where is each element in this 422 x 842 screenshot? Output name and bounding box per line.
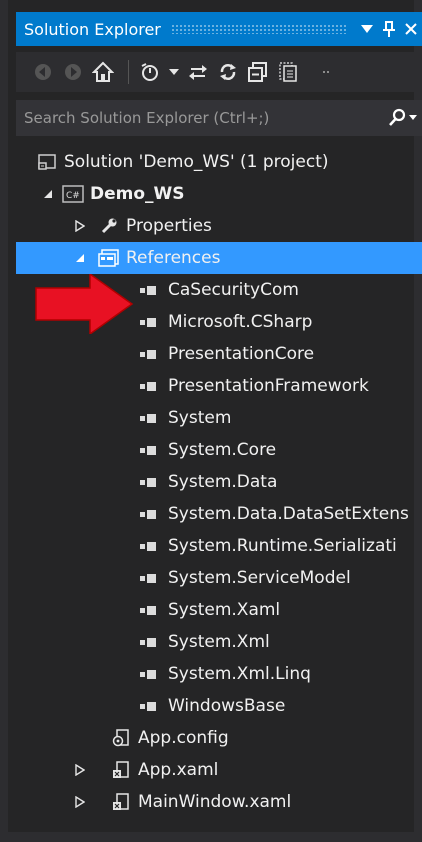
assembly-reference-icon (140, 413, 162, 423)
mainwindow-xaml-label: MainWindow.xaml (138, 792, 292, 812)
xaml-file-icon (110, 760, 132, 780)
reference-label: System (168, 408, 232, 428)
assembly-reference-icon (140, 349, 162, 359)
app-xaml-label: App.xaml (138, 760, 219, 780)
dropdown-icon[interactable] (167, 59, 181, 85)
reference-item[interactable]: System.Runtime.Serializati (16, 530, 422, 562)
red-arrow-callout (34, 272, 134, 338)
auto-hide-pin-button[interactable] (378, 18, 400, 40)
tree-item-project[interactable]: C# Demo_WS (16, 178, 422, 210)
toolbar-overflow-icon[interactable] (319, 59, 333, 85)
reference-label: System.ServiceModel (168, 568, 351, 588)
properties-label: Properties (126, 216, 212, 236)
reference-item[interactable]: WindowsBase (16, 690, 422, 722)
reference-item[interactable]: System.Data (16, 466, 422, 498)
references-folder-icon (98, 248, 120, 268)
collapse-arrow-icon[interactable] (72, 253, 88, 263)
show-all-files-icon[interactable] (275, 59, 301, 85)
solution-tree: Solution 'Demo_WS' (1 project) C# Demo_W… (16, 142, 422, 822)
reference-item[interactable]: System.Xaml (16, 594, 422, 626)
reference-label: CaSecurityCom (168, 280, 299, 300)
references-label: References (126, 248, 221, 268)
collapse-all-icon[interactable] (245, 59, 271, 85)
solution-icon (36, 152, 58, 172)
tree-item-app-config[interactable]: App.config (16, 722, 422, 754)
reference-item[interactable]: PresentationFramework (16, 370, 422, 402)
assembly-reference-icon (140, 605, 162, 615)
svg-text:C#: C# (66, 191, 80, 201)
forward-icon[interactable] (60, 59, 86, 85)
reference-label: PresentationFramework (168, 376, 369, 396)
assembly-reference-icon (140, 541, 162, 551)
search-icon[interactable] (382, 103, 422, 133)
reference-item[interactable]: System.Data.DataSetExtens (16, 498, 422, 530)
assembly-reference-icon (140, 573, 162, 583)
sync-icon[interactable] (185, 59, 211, 85)
reference-item[interactable]: System (16, 402, 422, 434)
back-icon[interactable] (30, 59, 56, 85)
reference-label: System.Runtime.Serializati (168, 536, 397, 556)
config-file-icon (110, 728, 132, 748)
tree-item-solution[interactable]: Solution 'Demo_WS' (1 project) (16, 146, 422, 178)
reference-label: System.Xml (168, 632, 270, 652)
assembly-reference-icon (140, 637, 162, 647)
toolbar (16, 52, 422, 92)
csharp-project-icon: C# (62, 184, 84, 204)
tree-item-properties[interactable]: Properties (16, 210, 422, 242)
tree-item-app-xaml[interactable]: App.xaml (16, 754, 422, 786)
tree-item-references[interactable]: References (16, 242, 422, 274)
solution-label: Solution 'Demo_WS' (1 project) (64, 152, 329, 172)
home-icon[interactable] (90, 59, 116, 85)
close-button[interactable] (400, 18, 422, 40)
search-box[interactable]: Search Solution Explorer (Ctrl+;) (16, 100, 422, 136)
reference-item[interactable]: System.Core (16, 434, 422, 466)
reference-label: System.Data.DataSetExtens (168, 504, 409, 524)
panel-title: Solution Explorer (24, 19, 161, 39)
reference-label: System.Xml.Linq (168, 664, 311, 684)
assembly-reference-icon (140, 701, 162, 711)
drag-grip[interactable] (170, 24, 346, 34)
search-input[interactable]: Search Solution Explorer (Ctrl+;) (24, 109, 382, 127)
reference-item[interactable]: System.Xml (16, 626, 422, 658)
pending-changes-icon[interactable] (137, 59, 163, 85)
reference-item[interactable]: System.Xml.Linq (16, 658, 422, 690)
expand-arrow-icon[interactable] (72, 796, 88, 808)
app-config-label: App.config (138, 728, 229, 748)
assembly-reference-icon (140, 445, 162, 455)
assembly-reference-icon (140, 509, 162, 519)
xaml-file-icon (110, 792, 132, 812)
assembly-reference-icon (140, 477, 162, 487)
assembly-reference-icon (140, 285, 162, 295)
solution-explorer-panel: Solution Explorer Search Solution Explor… (0, 0, 422, 842)
reference-label: PresentationCore (168, 344, 315, 364)
collapse-arrow-icon[interactable] (40, 189, 56, 199)
tree-item-mainwindow-xaml[interactable]: MainWindow.xaml (16, 786, 422, 818)
title-bar[interactable]: Solution Explorer (16, 12, 422, 46)
window-position-dropdown-button[interactable] (356, 18, 378, 40)
toolbar-separator (128, 60, 129, 84)
wrench-icon (98, 216, 120, 236)
reference-item[interactable]: PresentationCore (16, 338, 422, 370)
assembly-reference-icon (140, 381, 162, 391)
reference-label: System.Core (168, 440, 277, 460)
reference-label: System.Data (168, 472, 278, 492)
refresh-icon[interactable] (215, 59, 241, 85)
reference-label: System.Xaml (168, 600, 281, 620)
project-label: Demo_WS (90, 184, 185, 204)
assembly-reference-icon (140, 317, 162, 327)
expand-arrow-icon[interactable] (72, 764, 88, 776)
reference-label: WindowsBase (168, 696, 286, 716)
reference-label: Microsoft.CSharp (168, 312, 313, 332)
expand-arrow-icon[interactable] (72, 220, 88, 232)
reference-item[interactable]: System.ServiceModel (16, 562, 422, 594)
assembly-reference-icon (140, 669, 162, 679)
